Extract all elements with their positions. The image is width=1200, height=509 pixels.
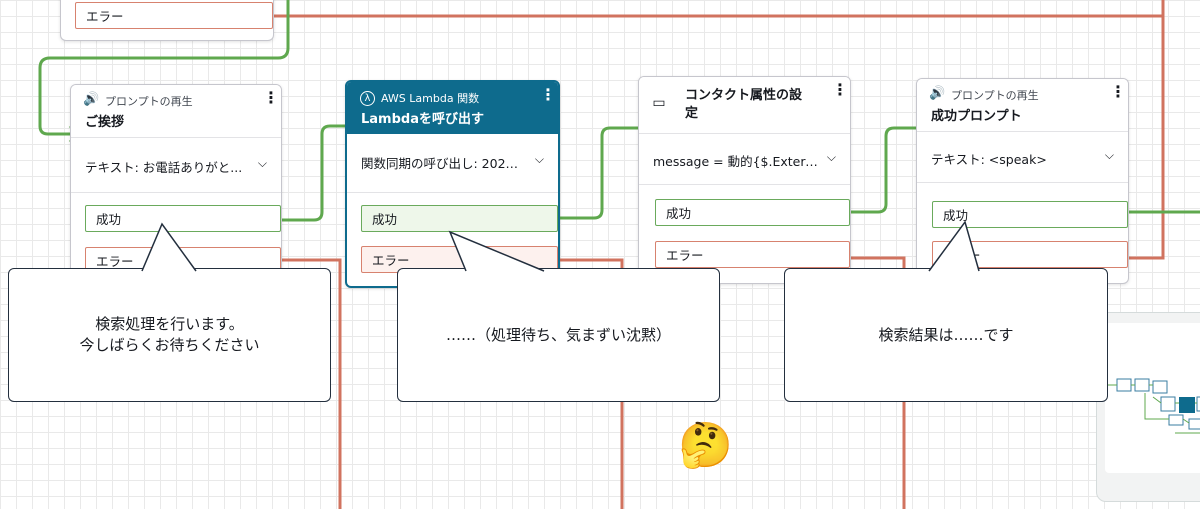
speech-bubble-tail	[141, 222, 197, 272]
error-port[interactable]: エラー	[655, 241, 850, 268]
success-port[interactable]: 成功	[361, 205, 558, 232]
minimap-preview	[1105, 378, 1200, 434]
block-title: ご挨拶	[85, 115, 125, 130]
block-setting[interactable]: 関数同期の呼び出し: 2025... ⌵	[347, 134, 558, 193]
flow-minimap[interactable]	[1096, 312, 1200, 502]
block-type: AWS Lambda 関数	[381, 92, 480, 105]
setting-value: テキスト: お電話ありがと...	[85, 160, 243, 175]
contact-attribute-icon: ▭	[652, 95, 666, 111]
bubble-text-line1: 検索処理を行います。	[95, 315, 244, 333]
block-type: プロンプトの再生	[105, 95, 193, 108]
block-setting[interactable]: message = 動的{$.Externa... ⌵	[639, 134, 850, 185]
block-header: 🔊 プロンプトの再生 成功プロンプト ⋮	[917, 79, 1128, 132]
more-options-icon[interactable]: ⋮	[832, 82, 848, 107]
error-port-label: エラー	[666, 248, 704, 263]
block-header: λ AWS Lambda 関数 Lambdaを呼び出す ⋮	[347, 82, 558, 134]
block-setting[interactable]: テキスト: <speak> ⌵	[917, 132, 1128, 183]
success-port[interactable]: 成功	[655, 199, 850, 226]
block-header: 🔊 プロンプトの再生 ご挨拶 ⋮	[71, 85, 281, 138]
setting-value: message = 動的{$.Externa...	[653, 154, 819, 169]
success-port-label: 成功	[372, 212, 398, 227]
speech-bubble-awkward-silence: ……（処理待ち、気まずい沈黙）	[397, 268, 720, 402]
block-setting[interactable]: テキスト: お電話ありがと... ⌵	[71, 138, 281, 193]
setting-value: 関数同期の呼び出し: 2025...	[361, 156, 521, 171]
block-title: 成功プロンプト	[931, 109, 1022, 124]
chevron-down-icon[interactable]: ⌵	[827, 150, 836, 165]
bubble-text-line2: 今しばらくお待ちください	[79, 336, 260, 354]
block-header: ▭ コンタクト属性の設定 ⋮	[639, 77, 850, 134]
speaker-icon: 🔊	[929, 86, 946, 101]
chevron-down-icon[interactable]: ⌵	[258, 156, 267, 171]
setting-value: テキスト: <speak>	[931, 152, 1047, 167]
top-partial-block[interactable]: エラー	[60, 0, 274, 41]
error-port-label: エラー	[96, 254, 134, 269]
error-port-label: エラー	[86, 9, 124, 24]
success-port-label: 成功	[666, 206, 692, 221]
lambda-icon: λ	[360, 91, 375, 106]
flow-block-set-contact-attributes[interactable]: ▭ コンタクト属性の設定 ⋮ message = 動的{$.Externa...…	[638, 76, 851, 284]
speech-bubble-tail	[448, 230, 545, 272]
minimap-viewport	[1105, 323, 1200, 473]
chevron-down-icon[interactable]: ⌵	[1105, 148, 1114, 163]
speech-bubble-search-result: 検索結果は……です	[784, 268, 1108, 402]
speaker-icon: 🔊	[83, 92, 100, 107]
bubble-text-line1: 検索結果は……です	[878, 325, 1014, 344]
block-title: Lambdaを呼び出す	[361, 112, 484, 127]
error-port-label: エラー	[372, 253, 410, 268]
block-type: プロンプトの再生	[951, 89, 1039, 102]
error-port[interactable]: エラー	[75, 2, 273, 29]
speech-bubble-tail	[928, 220, 980, 272]
bubble-text-line1: ……（処理待ち、気まずい沈黙）	[445, 325, 671, 344]
chevron-down-icon[interactable]: ⌵	[535, 152, 544, 167]
speech-bubble-searching: 検索処理を行います。 今しばらくお待ちください	[8, 268, 331, 402]
more-options-icon[interactable]: ⋮	[1110, 84, 1126, 109]
success-port-label: 成功	[96, 212, 122, 227]
thinking-face-icon: 🤔	[678, 420, 733, 471]
more-options-icon[interactable]: ⋮	[263, 90, 279, 115]
block-title: コンタクト属性の設定	[685, 88, 803, 121]
more-options-icon[interactable]: ⋮	[540, 87, 556, 112]
